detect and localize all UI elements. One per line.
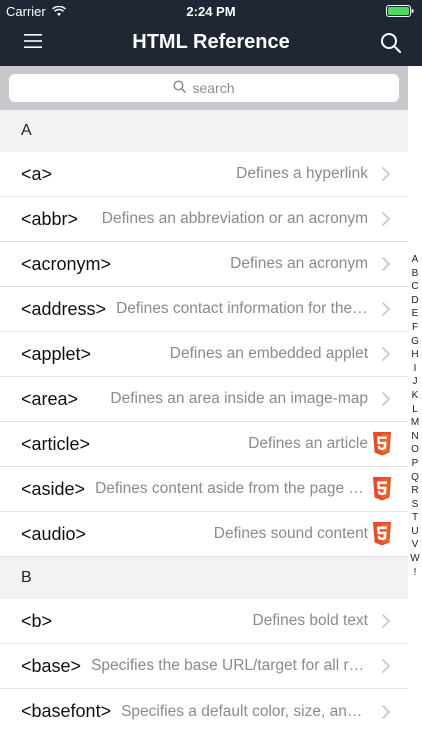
html5-icon (372, 522, 392, 546)
tag-name: <applet> (21, 343, 92, 364)
status-time: 2:24 PM (186, 4, 236, 19)
index-letter[interactable]: S (408, 498, 422, 512)
chevron-right-icon (380, 257, 392, 271)
index-letter[interactable]: D (408, 294, 422, 308)
tag-name: <a> (21, 163, 53, 184)
status-bar: Carrier 2:24 PM (0, 0, 422, 22)
navigation-bar: HTML Reference (0, 22, 422, 66)
chevron-right-icon (380, 347, 392, 361)
tag-description: Defines an article (248, 435, 368, 452)
tag-description: Specifies the base URL/target for all re… (91, 657, 368, 674)
tag-description: Defines an embedded applet (169, 345, 368, 362)
html5-icon (372, 477, 392, 501)
list-item[interactable]: <base> Specifies the base URL/target for … (0, 644, 408, 689)
index-letter[interactable]: U (408, 525, 422, 539)
tag-description: Defines an acronym (230, 255, 368, 272)
chevron-right-icon (380, 167, 392, 181)
tag-description: Defines sound content (213, 525, 368, 542)
tag-description: Defines an area inside an image-map (110, 390, 368, 407)
index-letter[interactable]: A (408, 253, 422, 267)
search-placeholder: search (192, 80, 235, 96)
tag-description: Defines a hyperlink (236, 165, 368, 182)
index-letter[interactable]: N (408, 430, 422, 444)
index-letter[interactable]: O (408, 443, 422, 457)
tag-name: <base> (21, 655, 82, 676)
list-item[interactable]: <basefont> Specifies a default color, siz… (0, 689, 408, 734)
index-letter[interactable]: E (408, 307, 422, 321)
search-bar: search (0, 66, 408, 110)
list-item[interactable]: <applet> Defines an embedded applet (0, 332, 408, 377)
tag-list: A <a> Defines a hyperlink <abbr> Defines an … (0, 110, 408, 734)
index-letter[interactable]: F (408, 321, 422, 335)
tag-description: Defines bold text (252, 612, 368, 629)
index-letter[interactable]: V (408, 538, 422, 552)
section-header-a: A (0, 110, 408, 152)
list-item[interactable]: <acronym> Defines an acronym (0, 242, 408, 287)
tag-description: Specifies a default color, size, and fon… (121, 702, 368, 720)
chevron-right-icon (380, 614, 392, 628)
tag-name: <address> (21, 298, 107, 319)
list-item[interactable]: <area> Defines an area inside an image-ma… (0, 377, 408, 422)
list-item[interactable]: <aside> Defines content aside from the pa… (0, 467, 408, 512)
search-icon[interactable] (380, 32, 402, 54)
index-letter[interactable]: P (408, 457, 422, 471)
chevron-right-icon (380, 704, 392, 719)
tag-name: <b> (21, 610, 53, 631)
index-letter[interactable]: L (408, 403, 422, 417)
index-letter[interactable]: K (408, 389, 422, 403)
index-letter[interactable]: C (408, 280, 422, 294)
index-letter[interactable]: Q (408, 471, 422, 485)
battery-icon (386, 5, 414, 20)
magnifier-icon (173, 80, 187, 96)
index-letter[interactable]: M (408, 416, 422, 430)
tag-name: <acronym> (21, 253, 112, 274)
page-title: HTML Reference (132, 31, 290, 53)
tag-description: Defines content aside from the page cont… (95, 480, 368, 497)
list-item[interactable]: <a> Defines a hyperlink (0, 152, 408, 197)
chevron-right-icon (380, 302, 392, 316)
tag-description: Defines contact information for the auth… (116, 300, 368, 317)
section-header-b: B (0, 557, 408, 599)
tag-name: <basefont> (21, 701, 112, 721)
list-item[interactable]: <address> Defines contact information for… (0, 287, 408, 332)
index-letter[interactable]: T (408, 511, 422, 525)
index-letter[interactable]: G (408, 335, 422, 349)
tag-name: <area> (21, 388, 79, 409)
index-letter[interactable]: B (408, 267, 422, 281)
list-item[interactable]: <audio> Defines sound content (0, 512, 408, 557)
index-letter[interactable]: ! (408, 566, 422, 580)
list-item[interactable]: <b> Defines bold text (0, 599, 408, 644)
search-input[interactable]: search (9, 74, 399, 102)
section-index[interactable]: A B C D E F G H I J K L M N O P Q R S T U V W! (408, 253, 422, 579)
list-item[interactable]: <abbr> Defines an abbreviation or an acro… (0, 197, 408, 242)
index-letter[interactable]: W (408, 552, 422, 566)
index-letter[interactable]: I (408, 362, 422, 376)
tag-description: Defines an abbreviation or an acronym (101, 210, 368, 227)
index-letter[interactable]: J (408, 375, 422, 389)
index-letter[interactable]: H (408, 348, 422, 362)
chevron-right-icon (380, 212, 392, 226)
tag-name: <aside> (21, 478, 86, 499)
chevron-right-icon (380, 659, 392, 673)
tag-name: <audio> (21, 523, 87, 544)
html5-icon (372, 432, 392, 456)
list-item[interactable]: <article> Defines an article (0, 422, 408, 467)
index-letter[interactable]: R (408, 484, 422, 498)
tag-name: <abbr> (21, 208, 79, 229)
chevron-right-icon (380, 392, 392, 406)
tag-name: <article> (21, 433, 91, 454)
